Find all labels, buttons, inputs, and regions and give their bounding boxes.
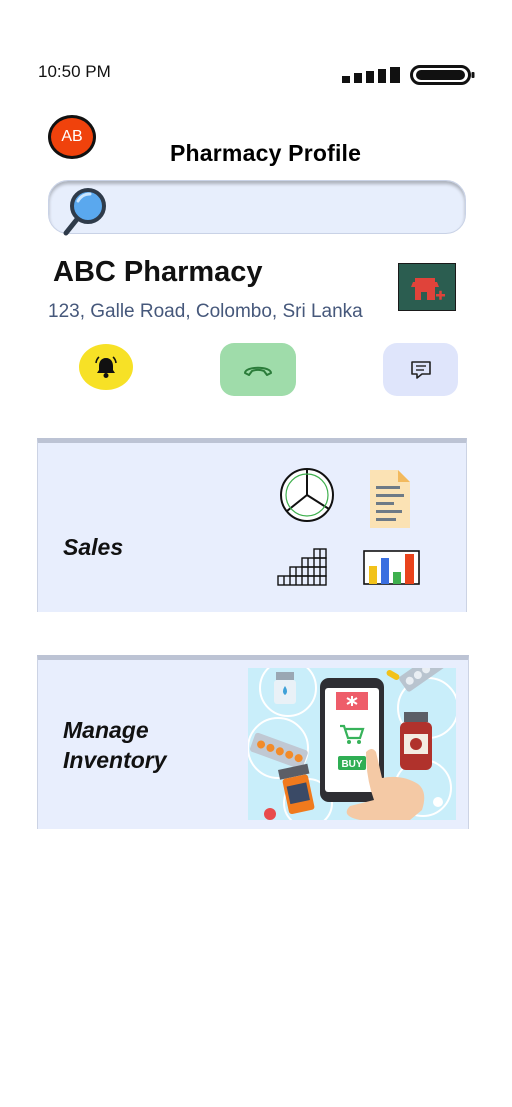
bar-chart-icon [363, 550, 420, 585]
document-icon [370, 470, 410, 528]
pie-chart-icon [280, 468, 334, 522]
message-icon [410, 360, 431, 379]
avatar[interactable]: AB [48, 115, 96, 159]
sales-label: Sales [63, 534, 124, 560]
pharmacy-name: ABC Pharmacy [53, 256, 263, 288]
bell-icon [95, 356, 117, 378]
search-input[interactable] [48, 180, 466, 234]
manage-inventory-label: Manage Inventory [63, 717, 167, 773]
avatar-initials: AB [61, 128, 83, 145]
buy-text: BUY [341, 759, 362, 770]
message-button[interactable] [383, 343, 458, 396]
signal-icon [342, 67, 400, 83]
notification-button[interactable] [79, 344, 133, 390]
add-store-icon [411, 278, 445, 300]
page-title: Pharmacy Profile [170, 140, 362, 166]
status-time: 10:50 PM [38, 62, 111, 81]
stairs-chart-icon [277, 548, 327, 586]
search-icon[interactable] [62, 186, 108, 236]
phone-icon [244, 366, 272, 376]
battery-icon [410, 65, 475, 85]
pharmacy-address: 123, Galle Road, Colombo, Sri Lanka [48, 301, 363, 322]
pharmacy-app-illustration: BUY [248, 668, 456, 820]
store-icon[interactable] [398, 263, 456, 311]
call-button[interactable] [220, 343, 296, 396]
